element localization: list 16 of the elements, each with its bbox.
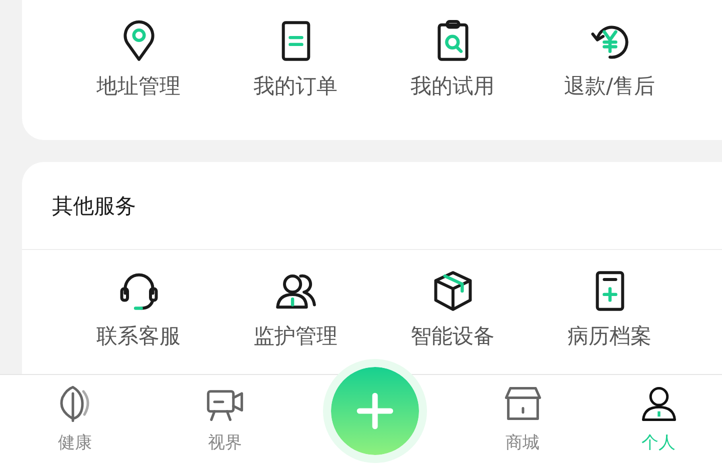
tab[interactable]: 视界 — [150, 375, 300, 470]
tab-label: 健康 — [58, 432, 92, 454]
tab[interactable]: 商城 — [450, 375, 595, 470]
service-label[interactable]: 联系客服 — [96, 322, 180, 350]
service-label[interactable]: 退款/售后 — [564, 72, 656, 100]
service-label[interactable]: 地址管理 — [96, 72, 180, 100]
section-title: 其他服务 — [22, 162, 722, 250]
tab[interactable]: 健康 — [0, 375, 150, 470]
service-label[interactable]: 智能设备 — [410, 322, 494, 350]
service-label[interactable]: 病历档案 — [568, 322, 652, 350]
tab-label: 视界 — [208, 432, 242, 454]
tab-label: 商城 — [506, 432, 540, 454]
service-label[interactable]: 我的试用 — [410, 72, 494, 100]
tab-label: 个人 — [642, 432, 676, 454]
service-label[interactable]: 监护管理 — [254, 322, 338, 350]
service-label[interactable]: 我的订单 — [254, 72, 338, 100]
